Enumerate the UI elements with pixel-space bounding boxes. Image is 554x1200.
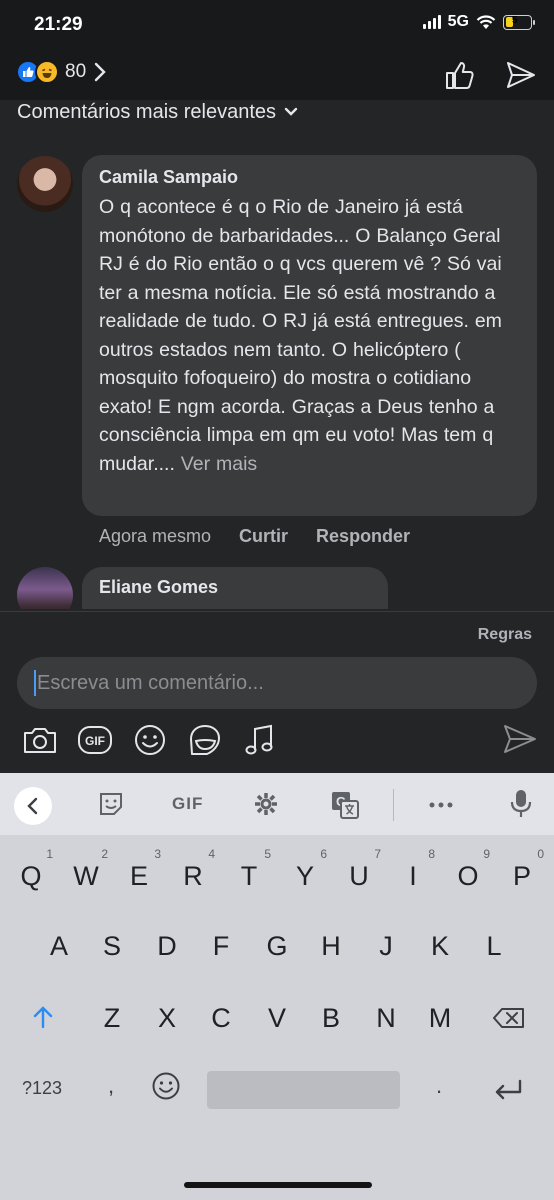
key-m[interactable]: M: [420, 1003, 460, 1034]
comment-composer: Regras Escreva um comentário... GIF: [0, 611, 554, 773]
key-h[interactable]: H: [311, 931, 351, 962]
rules-link[interactable]: Regras: [478, 626, 532, 644]
status-indicators: 5G 5: [422, 13, 535, 31]
text-caret: [34, 670, 36, 696]
avatar[interactable]: [17, 156, 73, 212]
key-s[interactable]: S: [92, 931, 132, 962]
see-more-link[interactable]: Ver mais: [181, 453, 257, 475]
haha-reaction-icon: [35, 60, 59, 84]
emoji-icon[interactable]: [131, 722, 169, 758]
battery-icon: 5: [503, 14, 535, 30]
key-k[interactable]: K: [420, 931, 460, 962]
sort-label: Comentários mais relevantes: [17, 100, 276, 123]
comment-bubble[interactable]: Camila Sampaio O q acontece é q o Rio de…: [82, 155, 537, 516]
key-o[interactable]: O9: [448, 847, 490, 892]
key-l[interactable]: L: [474, 931, 514, 962]
key-w[interactable]: W2: [66, 847, 108, 892]
key-v[interactable]: V: [257, 1003, 297, 1034]
reaction-count: 80: [65, 61, 87, 82]
comma-key[interactable]: ,: [108, 1073, 114, 1099]
comment-sort-selector[interactable]: Comentários mais relevantes: [17, 100, 298, 130]
key-q[interactable]: Q1: [11, 847, 53, 892]
key-f[interactable]: F: [201, 931, 241, 962]
battery-level: 5: [512, 14, 518, 26]
settings-icon[interactable]: [253, 791, 279, 817]
key-y[interactable]: Y6: [285, 847, 327, 892]
share-icon[interactable]: [505, 60, 537, 90]
key-n[interactable]: N: [366, 1003, 406, 1034]
microphone-icon[interactable]: [510, 789, 532, 819]
comment-text: O q acontece é q o Rio de Janeiro já est…: [99, 193, 523, 478]
keyboard: GIF G Q1 W2 E3 R4 T5 Y6 U7 I8 O9 P0 A S …: [0, 773, 554, 1200]
comment-body: O q acontece é q o Rio de Janeiro já est…: [99, 196, 502, 475]
emoji-key-icon[interactable]: [151, 1071, 181, 1101]
keyboard-toolbar: GIF G: [0, 773, 554, 835]
sticker-keyboard-icon[interactable]: [98, 791, 124, 817]
post-header: 80: [0, 50, 554, 100]
shift-icon[interactable]: [32, 1005, 54, 1029]
comment-author[interactable]: Camila Sampaio: [99, 167, 523, 188]
key-a[interactable]: A: [39, 931, 79, 962]
gif-icon[interactable]: GIF: [76, 722, 114, 758]
send-icon[interactable]: [502, 723, 538, 755]
composer-tools: GIF: [21, 722, 279, 758]
reactions-summary[interactable]: 80: [16, 60, 106, 84]
wifi-icon: [476, 14, 496, 29]
signal-icon: [422, 15, 441, 29]
key-g[interactable]: G: [257, 931, 297, 962]
key-c[interactable]: C: [201, 1003, 241, 1034]
like-button[interactable]: Curtir: [239, 526, 288, 547]
network-type: 5G: [447, 13, 469, 30]
key-u[interactable]: U7: [339, 847, 381, 892]
status-bar: 21:29 5G 5: [0, 0, 554, 50]
svg-text:GIF: GIF: [85, 734, 105, 748]
comment-timestamp: Agora mesmo: [99, 526, 212, 546]
chevron-right-icon: [94, 62, 106, 82]
more-icon[interactable]: [429, 802, 453, 808]
toolbar-divider: [393, 789, 394, 821]
chevron-down-icon: [284, 107, 298, 116]
key-e[interactable]: E3: [119, 847, 161, 892]
home-indicator: [184, 1182, 372, 1188]
space-key[interactable]: [207, 1071, 400, 1109]
comment-placeholder: Escreva um comentário...: [37, 671, 264, 694]
comment-actions: Agora mesmo Curtir Responder: [99, 526, 438, 547]
thumbs-up-icon[interactable]: [444, 60, 476, 92]
key-i[interactable]: I8: [393, 847, 435, 892]
enter-icon[interactable]: [493, 1078, 523, 1102]
key-x[interactable]: X: [147, 1003, 187, 1034]
gif-keyboard-button[interactable]: GIF: [172, 794, 203, 814]
period-key[interactable]: .: [436, 1073, 442, 1099]
comment-author[interactable]: Eliane Gomes: [99, 577, 374, 598]
translate-icon[interactable]: G: [331, 791, 359, 819]
key-d[interactable]: D: [147, 931, 187, 962]
key-t[interactable]: T5: [229, 847, 271, 892]
status-time: 21:29: [34, 14, 83, 35]
key-r[interactable]: R4: [173, 847, 215, 892]
key-p[interactable]: P0: [502, 847, 544, 892]
camera-icon[interactable]: [21, 722, 59, 758]
symbols-key[interactable]: ?123: [22, 1078, 62, 1099]
sticker-icon[interactable]: [186, 722, 224, 758]
chevron-left-icon[interactable]: [14, 787, 52, 825]
key-j[interactable]: J: [366, 931, 406, 962]
comment-input[interactable]: Escreva um comentário...: [17, 657, 537, 709]
reply-button[interactable]: Responder: [316, 526, 410, 547]
key-b[interactable]: B: [311, 1003, 351, 1034]
backspace-icon[interactable]: [492, 1007, 526, 1029]
music-icon[interactable]: [241, 722, 279, 758]
key-z[interactable]: Z: [92, 1003, 132, 1034]
